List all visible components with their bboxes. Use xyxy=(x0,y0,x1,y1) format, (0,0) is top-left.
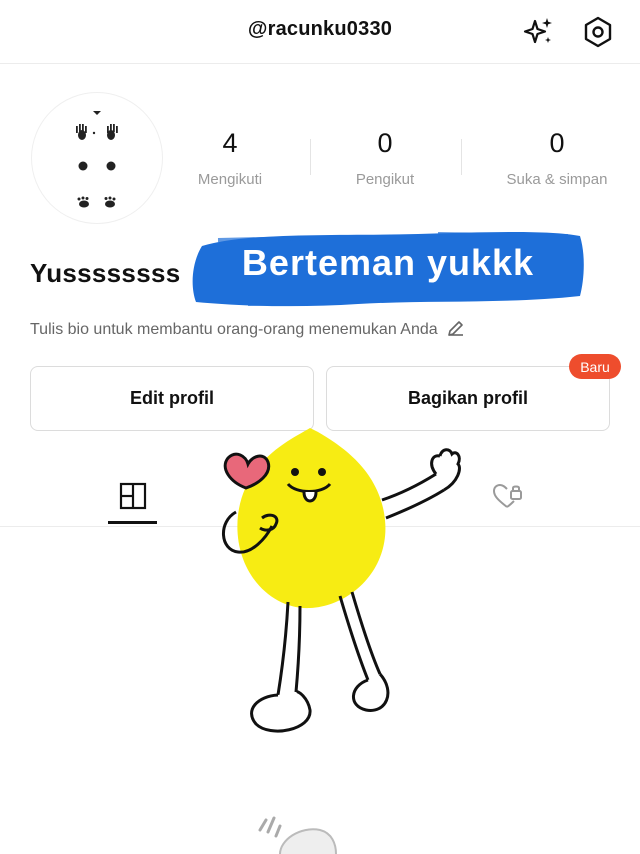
new-badge: Baru xyxy=(569,354,621,379)
stat-label: Pengikut xyxy=(355,171,415,188)
stat-followers[interactable]: 0 Pengikut xyxy=(310,128,460,188)
pencil-icon[interactable] xyxy=(446,318,466,338)
heart-lock-icon xyxy=(492,483,522,508)
bio-placeholder[interactable]: Tulis bio untuk membantu orang-orang men… xyxy=(30,318,466,339)
tab-active-indicator xyxy=(108,521,157,524)
stat-divider xyxy=(461,139,462,175)
display-name: Yussssssss xyxy=(30,258,181,288)
stat-label: Mengikuti xyxy=(197,171,263,188)
avatar-handprints-image xyxy=(76,111,118,208)
stat-value: 0 xyxy=(549,128,565,158)
top-bar: @racunku0330 xyxy=(0,0,640,64)
stat-following[interactable]: 4 Mengikuti xyxy=(155,128,305,188)
sticker-text: Berteman yukkk xyxy=(241,242,535,283)
empty-state-illustration xyxy=(258,816,337,854)
bio-text: Tulis bio untuk membantu orang-orang men… xyxy=(30,321,438,338)
lemon-mascot-sticker xyxy=(222,428,461,733)
sparkle-icon[interactable] xyxy=(520,14,556,50)
tab-grid[interactable] xyxy=(109,474,157,518)
stat-label: Suka & simpan xyxy=(506,171,608,188)
stat-value: 0 xyxy=(377,128,393,158)
avatar[interactable] xyxy=(31,92,163,224)
settings-hex-icon[interactable] xyxy=(580,14,616,50)
tab-liked-private[interactable] xyxy=(483,474,531,518)
grid-icon xyxy=(119,482,147,510)
stat-value: 4 xyxy=(222,128,238,158)
stat-likes-saves[interactable]: 0 Suka & simpan xyxy=(482,128,632,188)
